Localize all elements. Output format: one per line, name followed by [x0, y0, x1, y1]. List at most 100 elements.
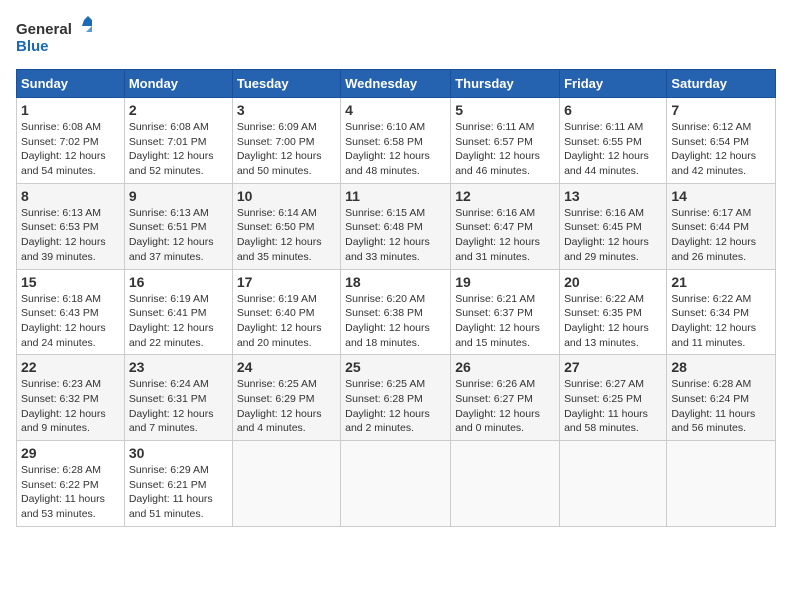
calendar-cell: 2 Sunrise: 6:08 AMSunset: 7:01 PMDayligh… — [124, 98, 232, 184]
day-info: Sunrise: 6:23 AMSunset: 6:32 PMDaylight:… — [21, 378, 106, 434]
day-number: 24 — [237, 359, 336, 375]
day-number: 8 — [21, 188, 120, 204]
day-info: Sunrise: 6:08 AMSunset: 7:01 PMDaylight:… — [129, 121, 214, 177]
day-number: 17 — [237, 274, 336, 290]
calendar-table: SundayMondayTuesdayWednesdayThursdayFrid… — [16, 69, 776, 527]
svg-text:General: General — [16, 21, 72, 38]
day-info: Sunrise: 6:19 AMSunset: 6:41 PMDaylight:… — [129, 293, 214, 349]
day-number: 23 — [129, 359, 228, 375]
calendar-cell: 30 Sunrise: 6:29 AMSunset: 6:21 PMDaylig… — [124, 441, 232, 527]
day-info: Sunrise: 6:10 AMSunset: 6:58 PMDaylight:… — [345, 121, 430, 177]
weekday-header-saturday: Saturday — [667, 70, 776, 98]
day-number: 30 — [129, 445, 228, 461]
day-number: 26 — [455, 359, 555, 375]
calendar-cell: 15 Sunrise: 6:18 AMSunset: 6:43 PMDaylig… — [17, 269, 125, 355]
day-number: 18 — [345, 274, 446, 290]
day-info: Sunrise: 6:11 AMSunset: 6:57 PMDaylight:… — [455, 121, 540, 177]
weekday-header-tuesday: Tuesday — [232, 70, 340, 98]
day-number: 6 — [564, 102, 662, 118]
calendar-cell — [341, 441, 451, 527]
day-info: Sunrise: 6:08 AMSunset: 7:02 PMDaylight:… — [21, 121, 106, 177]
day-info: Sunrise: 6:26 AMSunset: 6:27 PMDaylight:… — [455, 378, 540, 434]
day-info: Sunrise: 6:20 AMSunset: 6:38 PMDaylight:… — [345, 293, 430, 349]
day-number: 16 — [129, 274, 228, 290]
day-number: 14 — [671, 188, 771, 204]
calendar-cell — [560, 441, 667, 527]
calendar-cell — [451, 441, 560, 527]
day-number: 27 — [564, 359, 662, 375]
calendar-cell: 4 Sunrise: 6:10 AMSunset: 6:58 PMDayligh… — [341, 98, 451, 184]
day-info: Sunrise: 6:18 AMSunset: 6:43 PMDaylight:… — [21, 293, 106, 349]
day-info: Sunrise: 6:11 AMSunset: 6:55 PMDaylight:… — [564, 121, 649, 177]
calendar-cell: 21 Sunrise: 6:22 AMSunset: 6:34 PMDaylig… — [667, 269, 776, 355]
calendar-cell: 27 Sunrise: 6:27 AMSunset: 6:25 PMDaylig… — [560, 355, 667, 441]
calendar-cell: 7 Sunrise: 6:12 AMSunset: 6:54 PMDayligh… — [667, 98, 776, 184]
calendar-cell — [232, 441, 340, 527]
day-number: 19 — [455, 274, 555, 290]
calendar-cell — [667, 441, 776, 527]
weekday-header-wednesday: Wednesday — [341, 70, 451, 98]
day-info: Sunrise: 6:19 AMSunset: 6:40 PMDaylight:… — [237, 293, 322, 349]
calendar-cell: 20 Sunrise: 6:22 AMSunset: 6:35 PMDaylig… — [560, 269, 667, 355]
day-number: 13 — [564, 188, 662, 204]
day-info: Sunrise: 6:28 AMSunset: 6:22 PMDaylight:… — [21, 464, 105, 520]
calendar-cell: 12 Sunrise: 6:16 AMSunset: 6:47 PMDaylig… — [451, 183, 560, 269]
calendar-cell: 13 Sunrise: 6:16 AMSunset: 6:45 PMDaylig… — [560, 183, 667, 269]
calendar-cell: 8 Sunrise: 6:13 AMSunset: 6:53 PMDayligh… — [17, 183, 125, 269]
calendar-cell: 5 Sunrise: 6:11 AMSunset: 6:57 PMDayligh… — [451, 98, 560, 184]
calendar-cell: 25 Sunrise: 6:25 AMSunset: 6:28 PMDaylig… — [341, 355, 451, 441]
calendar-cell: 19 Sunrise: 6:21 AMSunset: 6:37 PMDaylig… — [451, 269, 560, 355]
day-info: Sunrise: 6:21 AMSunset: 6:37 PMDaylight:… — [455, 293, 540, 349]
day-info: Sunrise: 6:25 AMSunset: 6:29 PMDaylight:… — [237, 378, 322, 434]
day-info: Sunrise: 6:17 AMSunset: 6:44 PMDaylight:… — [671, 207, 756, 263]
weekday-header-friday: Friday — [560, 70, 667, 98]
day-info: Sunrise: 6:15 AMSunset: 6:48 PMDaylight:… — [345, 207, 430, 263]
day-number: 21 — [671, 274, 771, 290]
calendar-cell: 14 Sunrise: 6:17 AMSunset: 6:44 PMDaylig… — [667, 183, 776, 269]
calendar-cell: 22 Sunrise: 6:23 AMSunset: 6:32 PMDaylig… — [17, 355, 125, 441]
day-number: 3 — [237, 102, 336, 118]
calendar-cell: 16 Sunrise: 6:19 AMSunset: 6:41 PMDaylig… — [124, 269, 232, 355]
day-number: 5 — [455, 102, 555, 118]
logo-svg: General Blue — [16, 16, 96, 61]
calendar-cell: 9 Sunrise: 6:13 AMSunset: 6:51 PMDayligh… — [124, 183, 232, 269]
calendar-cell: 29 Sunrise: 6:28 AMSunset: 6:22 PMDaylig… — [17, 441, 125, 527]
logo: General Blue — [16, 16, 96, 61]
calendar-cell: 10 Sunrise: 6:14 AMSunset: 6:50 PMDaylig… — [232, 183, 340, 269]
day-number: 10 — [237, 188, 336, 204]
day-info: Sunrise: 6:28 AMSunset: 6:24 PMDaylight:… — [671, 378, 755, 434]
calendar-cell: 24 Sunrise: 6:25 AMSunset: 6:29 PMDaylig… — [232, 355, 340, 441]
calendar-cell: 26 Sunrise: 6:26 AMSunset: 6:27 PMDaylig… — [451, 355, 560, 441]
day-number: 7 — [671, 102, 771, 118]
day-info: Sunrise: 6:13 AMSunset: 6:51 PMDaylight:… — [129, 207, 214, 263]
day-number: 9 — [129, 188, 228, 204]
day-info: Sunrise: 6:22 AMSunset: 6:35 PMDaylight:… — [564, 293, 649, 349]
calendar-cell: 11 Sunrise: 6:15 AMSunset: 6:48 PMDaylig… — [341, 183, 451, 269]
weekday-header-monday: Monday — [124, 70, 232, 98]
calendar-cell: 18 Sunrise: 6:20 AMSunset: 6:38 PMDaylig… — [341, 269, 451, 355]
day-info: Sunrise: 6:14 AMSunset: 6:50 PMDaylight:… — [237, 207, 322, 263]
day-info: Sunrise: 6:25 AMSunset: 6:28 PMDaylight:… — [345, 378, 430, 434]
day-info: Sunrise: 6:12 AMSunset: 6:54 PMDaylight:… — [671, 121, 756, 177]
weekday-header-thursday: Thursday — [451, 70, 560, 98]
day-number: 2 — [129, 102, 228, 118]
calendar-cell: 17 Sunrise: 6:19 AMSunset: 6:40 PMDaylig… — [232, 269, 340, 355]
calendar-cell: 28 Sunrise: 6:28 AMSunset: 6:24 PMDaylig… — [667, 355, 776, 441]
calendar-cell: 23 Sunrise: 6:24 AMSunset: 6:31 PMDaylig… — [124, 355, 232, 441]
day-number: 11 — [345, 188, 446, 204]
day-info: Sunrise: 6:16 AMSunset: 6:45 PMDaylight:… — [564, 207, 649, 263]
day-info: Sunrise: 6:27 AMSunset: 6:25 PMDaylight:… — [564, 378, 648, 434]
day-info: Sunrise: 6:16 AMSunset: 6:47 PMDaylight:… — [455, 207, 540, 263]
day-number: 4 — [345, 102, 446, 118]
day-info: Sunrise: 6:13 AMSunset: 6:53 PMDaylight:… — [21, 207, 106, 263]
weekday-header-sunday: Sunday — [17, 70, 125, 98]
day-number: 22 — [21, 359, 120, 375]
day-info: Sunrise: 6:24 AMSunset: 6:31 PMDaylight:… — [129, 378, 214, 434]
day-info: Sunrise: 6:29 AMSunset: 6:21 PMDaylight:… — [129, 464, 213, 520]
day-number: 12 — [455, 188, 555, 204]
day-number: 20 — [564, 274, 662, 290]
page-header: General Blue — [16, 16, 776, 61]
calendar-cell: 1 Sunrise: 6:08 AMSunset: 7:02 PMDayligh… — [17, 98, 125, 184]
day-info: Sunrise: 6:09 AMSunset: 7:00 PMDaylight:… — [237, 121, 322, 177]
day-info: Sunrise: 6:22 AMSunset: 6:34 PMDaylight:… — [671, 293, 756, 349]
